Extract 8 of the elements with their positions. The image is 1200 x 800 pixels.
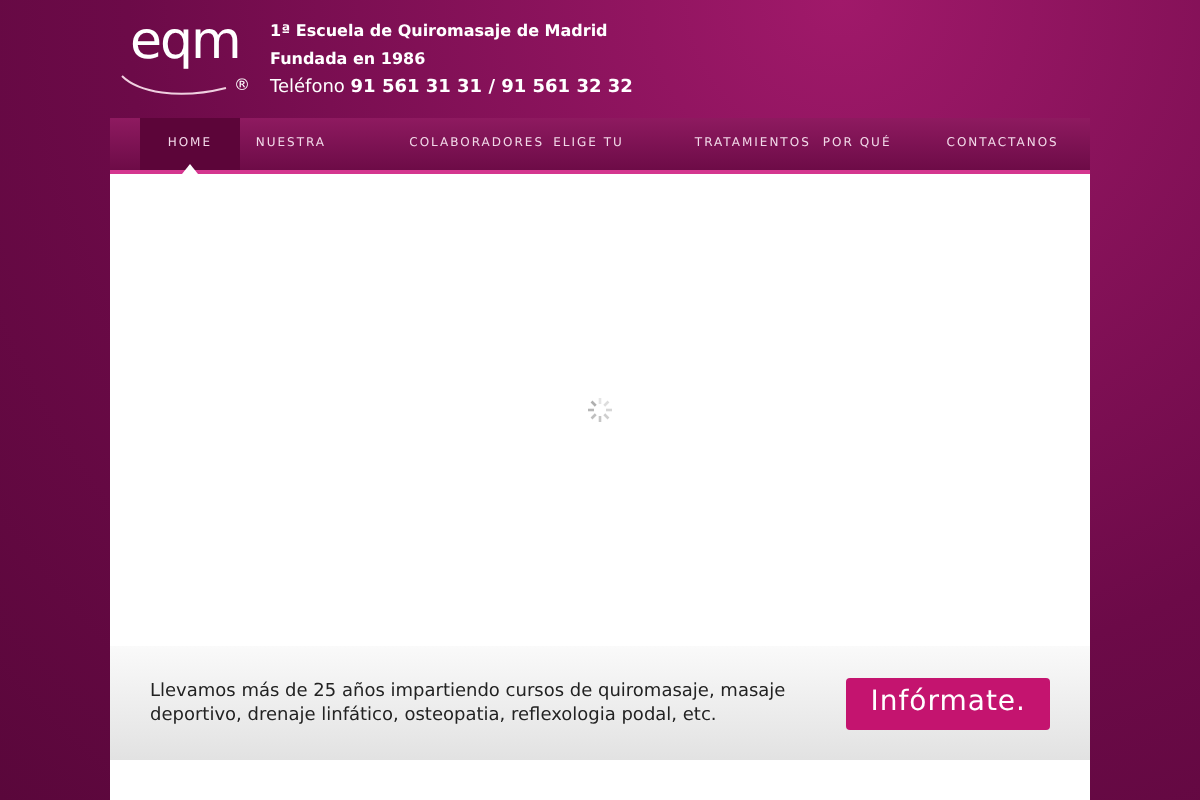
loading-spinner-icon [586,395,614,424]
header-text: Teléfono 91 561 31 31 / 91 561 32 32 [270,75,633,100]
logo-text: eqm [130,15,240,68]
promo-text: Llevamos más de 25 años impartiendo cursos de quiromasaje, masaje deportivo, drenaje linfático, osteopatia, reflexologia podal, etc. [150,679,788,728]
info-button[interactable]: Infórmate. [846,677,1050,730]
header-text: Fundada en 1986 [270,47,428,72]
registered-mark: ® [234,77,250,94]
header-text: 1ª Escuela de Quiromasaje de Madrid [270,19,610,44]
